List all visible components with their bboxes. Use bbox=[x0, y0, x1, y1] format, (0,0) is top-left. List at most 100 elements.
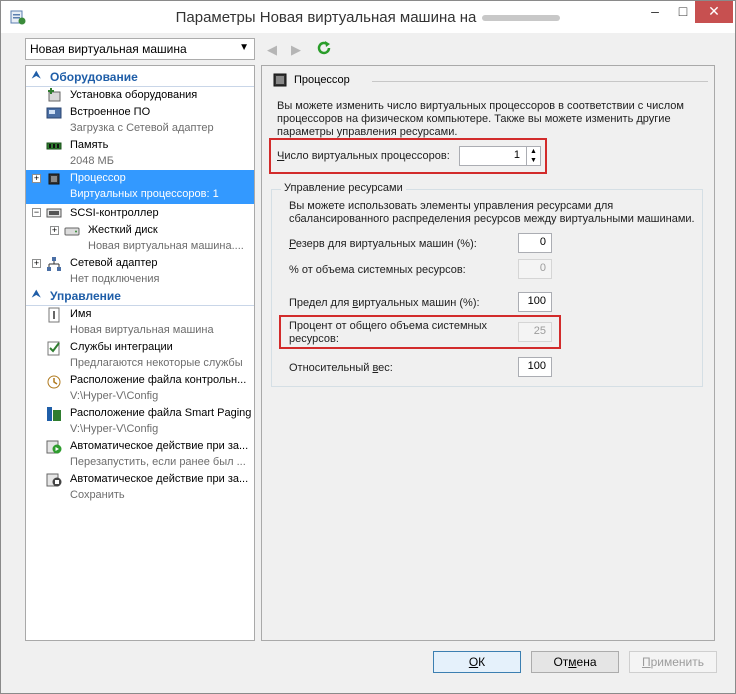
firmware-icon bbox=[46, 107, 62, 119]
cancel-label-prefix: От bbox=[553, 655, 569, 669]
tree-item-checkpoint-location[interactable]: Расположение файла контрольн... V:\Hyper… bbox=[26, 372, 254, 406]
network-adapter-icon bbox=[47, 257, 61, 271]
ok-label: К bbox=[478, 655, 486, 669]
autostart-icon bbox=[46, 440, 62, 454]
arrow-right-icon[interactable]: ▶ bbox=[291, 42, 301, 58]
tree-item-label: Службы интеграции bbox=[70, 341, 173, 353]
tree-item-label: SCSI-контроллер bbox=[70, 207, 159, 219]
limit-percent-field: 25 bbox=[518, 322, 552, 342]
access-key: Р bbox=[289, 238, 296, 250]
reserve-percent-field: 0 bbox=[518, 259, 552, 279]
tree-item-label: Автоматическое действие при за... bbox=[70, 440, 249, 452]
relative-weight-input[interactable]: 100 bbox=[518, 357, 552, 377]
tree-item-subtext: V:\Hyper-V\Config bbox=[70, 390, 159, 402]
tree-item-label: Установка оборудования bbox=[70, 89, 198, 101]
integration-services-icon bbox=[47, 341, 60, 356]
tree-item-name[interactable]: Имя Новая виртуальная машина bbox=[26, 306, 254, 340]
tree-item-add-hardware[interactable]: Установка оборудования bbox=[26, 87, 254, 103]
tree-item-subtext: 2048 МБ bbox=[70, 155, 114, 167]
hardware-section-label: Оборудование bbox=[50, 70, 138, 84]
tree-item-network-adapter[interactable]: + Сетевой адаптер Нет подключения bbox=[26, 255, 254, 289]
arrow-left-icon[interactable]: ◀ bbox=[267, 42, 277, 58]
vcpu-count-value: 1 bbox=[513, 149, 520, 161]
tree-item-label: Память bbox=[70, 139, 109, 151]
weight-label: Относительный вес: bbox=[289, 362, 393, 374]
vcpu-count-stepper[interactable]: 1 ▲ ▼ bbox=[459, 146, 541, 166]
cancel-button[interactable]: Отмена bbox=[531, 651, 619, 673]
apply-label: рименить bbox=[650, 655, 704, 669]
smart-paging-icon bbox=[47, 407, 61, 421]
redacted-host-name bbox=[482, 15, 561, 22]
refresh-icon[interactable] bbox=[315, 39, 333, 57]
minimize-button[interactable]: – bbox=[641, 1, 669, 23]
tree-item-label: Имя bbox=[70, 308, 92, 320]
divider bbox=[372, 81, 708, 82]
tree-item-label: Автоматическое действие при за... bbox=[70, 473, 249, 485]
resource-control-title: Управление ресурсами bbox=[281, 182, 406, 194]
tree-item-label: Процессор bbox=[70, 172, 126, 184]
collapse-icon[interactable]: − bbox=[32, 208, 41, 217]
expand-icon[interactable]: + bbox=[32, 259, 41, 268]
processor-icon bbox=[273, 73, 287, 87]
tree-item-subtext: Сохранить bbox=[70, 489, 125, 501]
vm-selector-value: Новая виртуальная машина bbox=[30, 42, 187, 56]
management-section-label: Управление bbox=[50, 289, 121, 303]
tree-item-subtext: Нет подключения bbox=[70, 273, 160, 285]
window-title: Параметры Новая виртуальная машина на bbox=[1, 9, 735, 26]
tree-item-memory[interactable]: Память 2048 МБ bbox=[26, 137, 254, 171]
limit-label-prefix: Предел для bbox=[289, 297, 353, 309]
section-title: Процессор bbox=[294, 74, 350, 86]
vm-selector[interactable]: Новая виртуальная машина ▼ bbox=[25, 38, 255, 60]
resource-description: Вы можете использовать элементы управлен… bbox=[289, 200, 695, 225]
reserve-input[interactable]: 0 bbox=[518, 233, 552, 253]
title-bar: Параметры Новая виртуальная машина на – … bbox=[1, 1, 735, 33]
tree-item-integration-services[interactable]: Службы интеграции Предлагаются некоторые… bbox=[26, 339, 254, 373]
add-hardware-icon bbox=[48, 88, 61, 102]
tree-item-smart-paging[interactable]: Расположение файла Smart Paging V:\Hyper… bbox=[26, 405, 254, 439]
reserve-percent-label: % от объема системных ресурсов: bbox=[289, 264, 466, 276]
tree-item-automatic-start[interactable]: Автоматическое действие при за... Переза… bbox=[26, 438, 254, 472]
expand-icon[interactable]: + bbox=[50, 226, 59, 235]
tree-item-automatic-stop[interactable]: Автоматическое действие при за... Сохран… bbox=[26, 471, 254, 505]
tree-item-subtext: Новая виртуальная машина bbox=[70, 324, 214, 336]
processor-icon bbox=[48, 173, 60, 185]
checkpoint-location-icon bbox=[47, 375, 61, 389]
collapse-icon: ⮝ bbox=[32, 289, 41, 300]
tree-item-label: Сетевой адаптер bbox=[70, 257, 158, 269]
scsi-icon bbox=[46, 208, 62, 218]
settings-tree: ⮝ Оборудование Установка оборудования Вс… bbox=[25, 65, 255, 641]
management-section-header[interactable]: ⮝ Управление bbox=[26, 289, 254, 305]
access-key: О bbox=[468, 655, 479, 669]
tree-item-subtext: Виртуальных процессоров: 1 bbox=[70, 188, 219, 200]
tree-item-subtext: Перезапустить, если ранее был ... bbox=[70, 456, 246, 468]
tree-item-scsi-controller[interactable]: − SCSI-контроллер bbox=[26, 205, 254, 221]
spin-up-icon[interactable]: ▲ bbox=[527, 147, 540, 156]
tree-item-processor[interactable]: + Процессор Виртуальных процессоров: 1 bbox=[26, 170, 254, 204]
limit-input[interactable]: 100 bbox=[518, 292, 552, 312]
memory-icon bbox=[46, 142, 62, 150]
tree-item-label: Встроенное ПО bbox=[70, 106, 151, 118]
weight-label-prefix: Относительный bbox=[289, 362, 373, 374]
vcpu-label: Число виртуальных процессоров: bbox=[277, 150, 450, 162]
tree-item-subtext: V:\Hyper-V\Config bbox=[70, 423, 159, 435]
reserve-label: Резерв для виртуальных машин (%): bbox=[289, 238, 477, 250]
limit-label-text: иртуальных машин (%): bbox=[358, 297, 480, 309]
spin-buttons[interactable]: ▲ ▼ bbox=[526, 147, 540, 165]
maximize-button[interactable]: □ bbox=[669, 1, 697, 23]
tree-item-firmware[interactable]: Встроенное ПО Загрузка с Сетевой адаптер bbox=[26, 104, 254, 138]
apply-button[interactable]: Применить bbox=[629, 651, 717, 673]
expand-icon[interactable]: + bbox=[32, 174, 41, 183]
spin-down-icon[interactable]: ▼ bbox=[527, 156, 540, 165]
tree-item-label: Расположение файла Smart Paging bbox=[70, 407, 252, 419]
ok-button[interactable]: ОК bbox=[433, 651, 521, 673]
weight-label-text: ес: bbox=[378, 362, 393, 374]
hard-disk-icon bbox=[64, 227, 80, 236]
cancel-label: ена bbox=[576, 655, 597, 669]
vcpu-label-text: исло виртуальных процессоров: bbox=[284, 150, 450, 162]
tree-item-hard-disk[interactable]: + Жесткий диск Новая виртуальная машина.… bbox=[26, 222, 254, 256]
close-button[interactable]: ✕ bbox=[695, 1, 733, 23]
access-key: м bbox=[568, 655, 577, 669]
hardware-section-header[interactable]: ⮝ Оборудование bbox=[26, 70, 254, 86]
limit-label: Предел для виртуальных машин (%): bbox=[289, 297, 480, 309]
tree-item-label: Расположение файла контрольн... bbox=[70, 374, 247, 386]
